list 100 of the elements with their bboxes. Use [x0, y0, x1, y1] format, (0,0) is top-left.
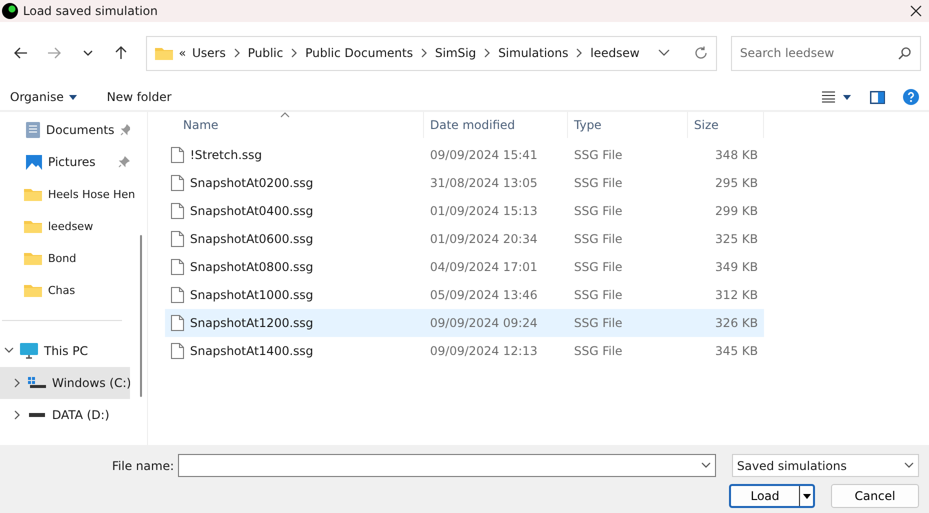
file-icon [171, 315, 184, 331]
drive-icon [29, 413, 45, 417]
file-name: SnapshotAt1400.ssg [190, 344, 314, 358]
file-name: SnapshotAt0400.ssg [190, 204, 314, 218]
file-icon [171, 259, 184, 275]
date-cell: 31/08/2024 13:05 [430, 176, 538, 190]
file-name: SnapshotAt0600.ssg [190, 232, 314, 246]
type-cell: SSG File [574, 288, 622, 302]
arrow-up-icon [115, 46, 128, 60]
file-icon [171, 175, 184, 191]
file-icon [171, 231, 184, 247]
sidebar-item[interactable]: Heels Hose Hen [0, 178, 145, 210]
arrow-left-icon [14, 47, 28, 59]
preview-pane-button[interactable] [870, 90, 885, 104]
breadcrumb[interactable]: Users [192, 46, 226, 60]
column-header[interactable]: Size [688, 112, 764, 138]
sidebar-item[interactable]: Pictures [0, 146, 130, 178]
sidebar-item[interactable]: leedsew [0, 210, 145, 242]
size-cell: 312 KB [715, 288, 758, 302]
file-icon [171, 343, 184, 359]
size-cell: 348 KB [715, 148, 758, 162]
sidebar-item[interactable]: Documents [0, 114, 130, 146]
folder-icon [24, 187, 42, 201]
chevron-right-icon [12, 377, 22, 389]
breadcrumb[interactable]: Simulations [498, 46, 568, 60]
file-type-dropdown[interactable]: Saved simulations [732, 454, 919, 477]
help-button[interactable] [903, 89, 919, 105]
sidebar-item[interactable]: DATA (D:) [0, 399, 130, 431]
search-icon [898, 46, 912, 60]
cancel-button[interactable]: Cancel [831, 484, 919, 508]
type-cell: SSG File [574, 148, 622, 162]
view-menu-button[interactable] [822, 91, 852, 103]
file-name: SnapshotAt0800.ssg [190, 260, 314, 274]
breadcrumb[interactable]: SimSig [434, 46, 476, 60]
new-folder-button[interactable]: New folder [106, 90, 172, 104]
file-row[interactable]: SnapshotAt0600.ssg 01/09/2024 20:34 SSG File 325 KB [165, 225, 764, 253]
date-cell: 05/09/2024 13:46 [430, 288, 538, 302]
column-header[interactable]: Name [165, 112, 424, 138]
dropdown-icon[interactable] [658, 49, 670, 57]
folder-icon [24, 219, 42, 233]
file-icon [171, 147, 184, 163]
sidebar-item[interactable]: This PC [0, 335, 130, 367]
type-cell: SSG File [574, 316, 622, 330]
type-cell: SSG File [574, 176, 622, 190]
file-name-field[interactable] [178, 454, 716, 477]
file-row[interactable]: SnapshotAt0400.ssg 01/09/2024 15:13 SSG File 299 KB [165, 197, 764, 225]
sidebar-item[interactable]: Chas [0, 274, 145, 306]
file-row[interactable]: !Stretch.ssg 09/09/2024 15:41 SSG File 348 KB [165, 141, 764, 169]
breadcrumb[interactable]: leedsew [590, 46, 640, 60]
folder-icon [24, 251, 42, 265]
size-cell: 326 KB [715, 316, 758, 330]
type-cell: SSG File [574, 344, 622, 358]
chevron-right-icon [12, 409, 22, 421]
chevron-right-icon [289, 47, 300, 59]
overflow-chevron[interactable]: « [178, 46, 186, 60]
pin-icon [118, 156, 130, 168]
size-cell: 349 KB [715, 260, 758, 274]
search-field[interactable]: Search leedsew [731, 36, 922, 70]
chevron-right-icon [574, 47, 584, 59]
file-icon [171, 287, 184, 303]
sidebar-item[interactable]: Windows (C:) [0, 367, 130, 399]
size-cell: 345 KB [715, 344, 758, 358]
monitor-icon [20, 343, 38, 359]
column-header[interactable]: Type [568, 112, 688, 138]
type-cell: SSG File [574, 232, 622, 246]
date-cell: 01/09/2024 15:13 [430, 204, 538, 218]
size-cell: 299 KB [715, 204, 758, 218]
file-row[interactable]: SnapshotAt1000.ssg 05/09/2024 13:46 SSG File 312 KB [165, 281, 764, 309]
folder-icon [154, 46, 173, 60]
chevron-right-icon [418, 47, 429, 59]
date-cell: 09/09/2024 09:24 [430, 316, 538, 330]
load-button[interactable]: Load [729, 484, 815, 508]
breadcrumb[interactable]: Public [248, 46, 284, 60]
file-name: SnapshotAt1200.ssg [190, 316, 314, 330]
date-cell: 09/09/2024 15:41 [430, 148, 538, 162]
column-header[interactable]: Date modified [424, 112, 568, 138]
pin-icon [120, 124, 130, 136]
file-row[interactable]: SnapshotAt0800.ssg 04/09/2024 17:01 SSG File 349 KB [165, 253, 764, 281]
size-cell: 325 KB [715, 232, 758, 246]
organise-button[interactable]: Organise [10, 90, 77, 104]
document-icon [26, 122, 40, 138]
type-cell: SSG File [574, 260, 622, 274]
refresh-icon[interactable] [694, 46, 708, 60]
date-cell: 09/09/2024 12:13 [430, 344, 538, 358]
sidebar-item[interactable]: Bond [0, 242, 145, 274]
type-cell: SSG File [574, 204, 622, 218]
chevron-right-icon [232, 47, 242, 59]
app-logo-icon [2, 3, 18, 19]
file-row[interactable]: SnapshotAt0200.ssg 31/08/2024 13:05 SSG File 295 KB [165, 169, 764, 197]
scrollbar[interactable] [140, 235, 142, 397]
address-bar[interactable]: « Users Public Public Documents SimSig Simulations leedsew [146, 36, 718, 70]
file-icon [171, 203, 184, 219]
drive-icon [28, 377, 46, 389]
file-row[interactable]: SnapshotAt1200.ssg 09/09/2024 09:24 SSG File 326 KB [165, 309, 764, 337]
breadcrumb[interactable]: Public Documents [305, 46, 413, 60]
chevron-right-icon [482, 47, 492, 59]
folder-icon [24, 283, 42, 297]
file-name: !Stretch.ssg [190, 148, 262, 162]
file-row[interactable]: SnapshotAt1400.ssg 09/09/2024 12:13 SSG File 345 KB [165, 337, 764, 365]
size-cell: 295 KB [715, 176, 758, 190]
